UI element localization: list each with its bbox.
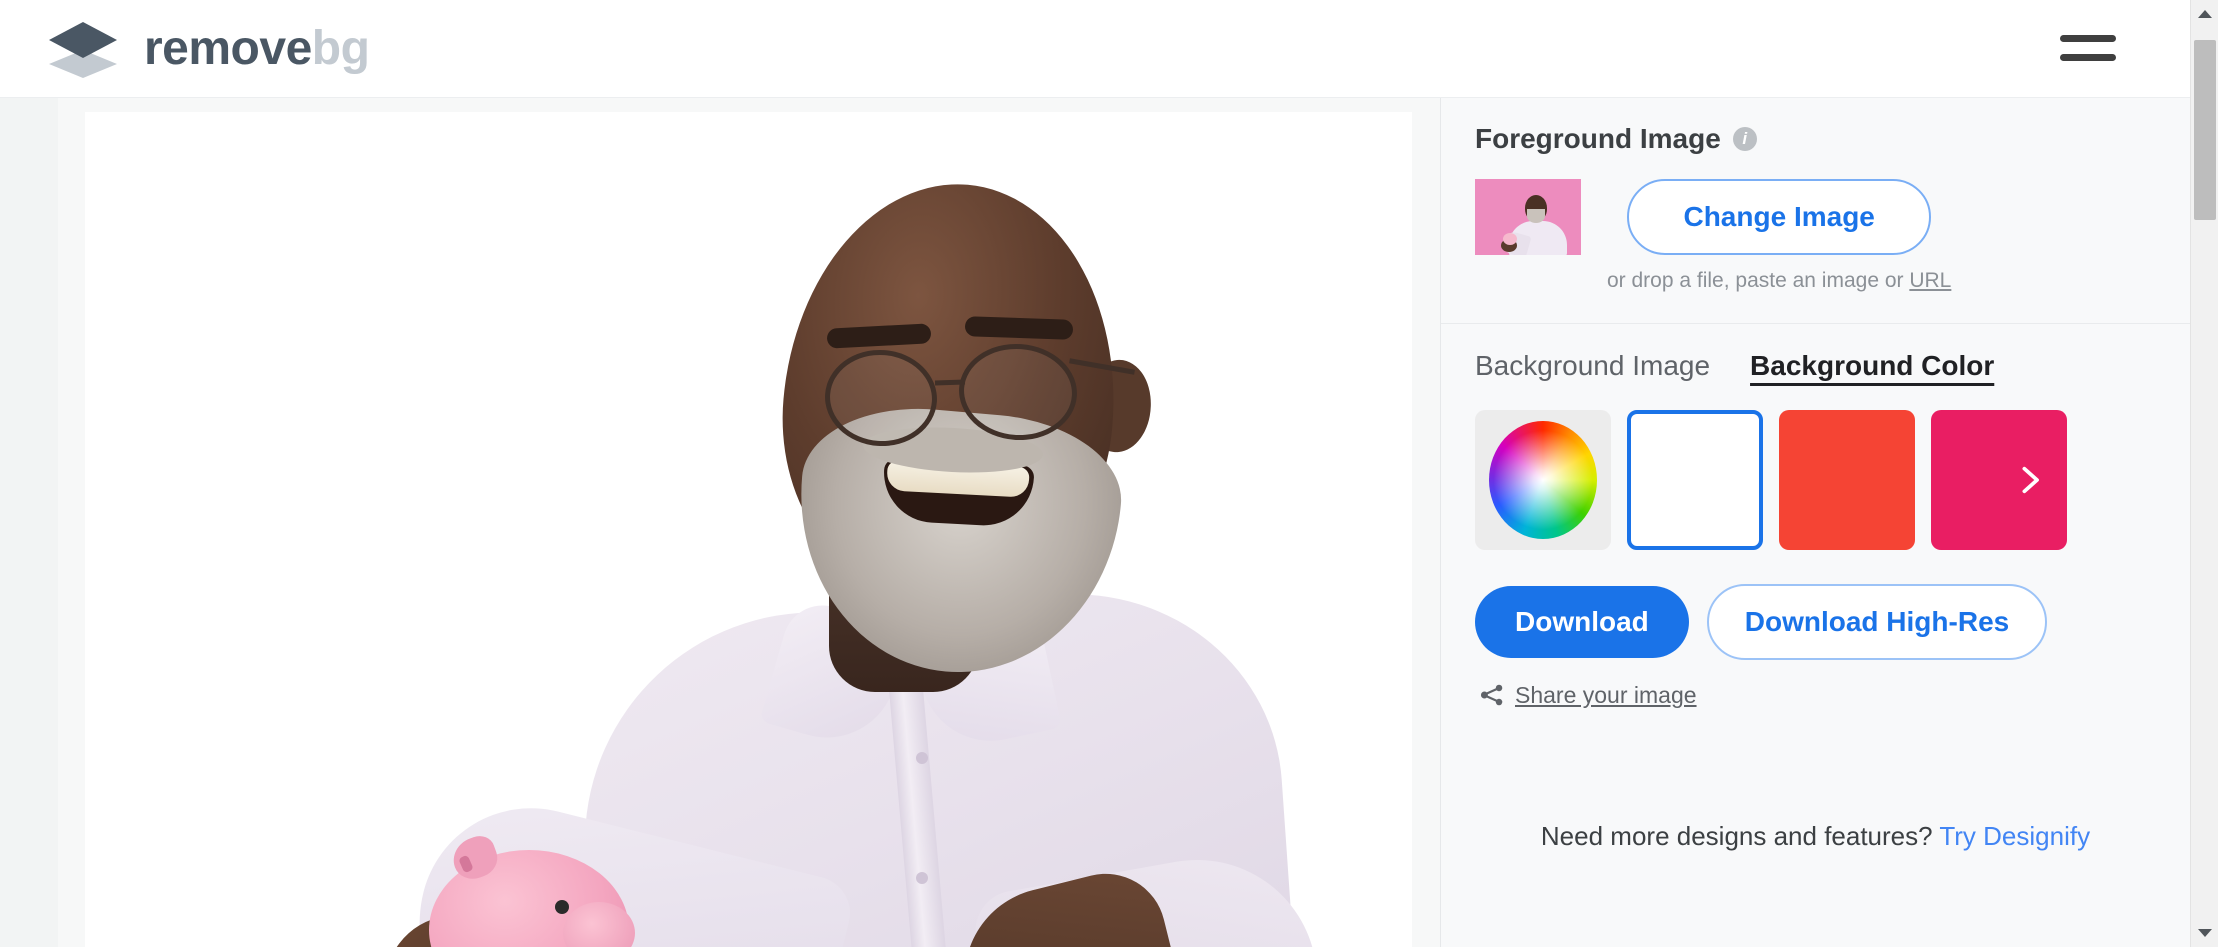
brand-text: removebg bbox=[144, 21, 370, 75]
promo-text: Need more designs and features? Try Desi… bbox=[1475, 821, 2156, 852]
glasses-bridge bbox=[934, 379, 966, 386]
url-link[interactable]: URL bbox=[1909, 269, 1951, 292]
menu-bar-middle bbox=[2060, 35, 2116, 42]
change-image-button[interactable]: Change Image bbox=[1627, 178, 1931, 255]
page-scrollbar[interactable] bbox=[2190, 0, 2218, 947]
foreground-drop-hint: or drop a file, paste an image or URL bbox=[1607, 269, 1951, 293]
background-tabs: Background Image Background Color bbox=[1475, 350, 2156, 382]
swatch-pink-more[interactable] bbox=[1931, 409, 2067, 550]
scroll-down-triangle bbox=[2198, 929, 2212, 937]
chevron-right-icon bbox=[2022, 466, 2039, 493]
eyebrow-right bbox=[964, 316, 1074, 340]
settings-side-panel: Foreground Image i Change Image or drop … bbox=[1440, 98, 2190, 947]
promo-question: Need more designs and features? bbox=[1540, 820, 1940, 851]
layers-diamond-icon bbox=[49, 21, 117, 78]
scroll-up-arrow-icon[interactable] bbox=[2191, 0, 2218, 28]
share-your-image-link[interactable]: Share your image bbox=[1479, 682, 2156, 709]
brand-secondary: bg bbox=[311, 21, 370, 75]
try-designify-link[interactable]: Try Designify bbox=[1939, 821, 2090, 851]
brand-primary: remove bbox=[144, 21, 312, 75]
info-circle-icon[interactable]: i bbox=[1732, 127, 1757, 152]
background-section: Background Image Background Color Downlo… bbox=[1441, 324, 2190, 735]
menu-bar-bottom bbox=[2060, 54, 2116, 61]
subject-image bbox=[85, 112, 1412, 947]
tab-background-image[interactable]: Background Image bbox=[1475, 350, 1710, 382]
piggy-bank-eye bbox=[555, 900, 569, 914]
image-canvas[interactable] bbox=[85, 112, 1412, 947]
swatch-color-picker[interactable] bbox=[1475, 409, 1611, 550]
foreground-row: Change Image or drop a file, paste an im… bbox=[1475, 178, 2156, 293]
thumbnail-beard bbox=[1527, 208, 1545, 223]
scroll-up-triangle bbox=[2198, 10, 2212, 18]
foreground-title-label: Foreground Image bbox=[1475, 123, 1721, 154]
shirt-button-1 bbox=[916, 752, 928, 764]
designify-promo: Need more designs and features? Try Desi… bbox=[1441, 735, 2190, 852]
background-color-swatches bbox=[1475, 409, 2156, 550]
swatch-red[interactable] bbox=[1779, 409, 1915, 550]
download-actions: Download Download High-Res bbox=[1475, 583, 2156, 660]
removebg-editor-app: removebg Foreground Image i Change Image… bbox=[0, 0, 2218, 947]
hamburger-menu-icon[interactable] bbox=[2060, 25, 2122, 73]
foreground-hint-text: or drop a file, paste an image or bbox=[1607, 268, 1910, 292]
foreground-thumbnail[interactable] bbox=[1475, 178, 1581, 255]
download-button[interactable]: Download bbox=[1475, 585, 1689, 658]
shirt-button-2 bbox=[916, 872, 928, 884]
app-header: removebg bbox=[0, 0, 2190, 98]
left-gutter bbox=[0, 98, 58, 947]
swatch-white[interactable] bbox=[1627, 409, 1763, 550]
download-high-res-button[interactable]: Download High-Res bbox=[1706, 583, 2048, 660]
foreground-section-title: Foreground Image i bbox=[1475, 123, 2156, 155]
scroll-down-arrow-icon[interactable] bbox=[2191, 919, 2218, 947]
foreground-image-section: Foreground Image i Change Image or drop … bbox=[1441, 98, 2190, 324]
tab-background-color[interactable]: Background Color bbox=[1750, 350, 1994, 382]
share-icon bbox=[1480, 685, 1503, 706]
editor-area bbox=[0, 98, 1440, 947]
scrollbar-thumb[interactable] bbox=[2194, 40, 2216, 220]
foreground-controls: Change Image or drop a file, paste an im… bbox=[1607, 178, 1951, 293]
share-label: Share your image bbox=[1515, 681, 1697, 708]
brand-logo[interactable]: removebg bbox=[44, 18, 370, 80]
color-wheel-icon bbox=[1489, 420, 1597, 539]
thumbnail-piggy-bank bbox=[1503, 232, 1517, 245]
